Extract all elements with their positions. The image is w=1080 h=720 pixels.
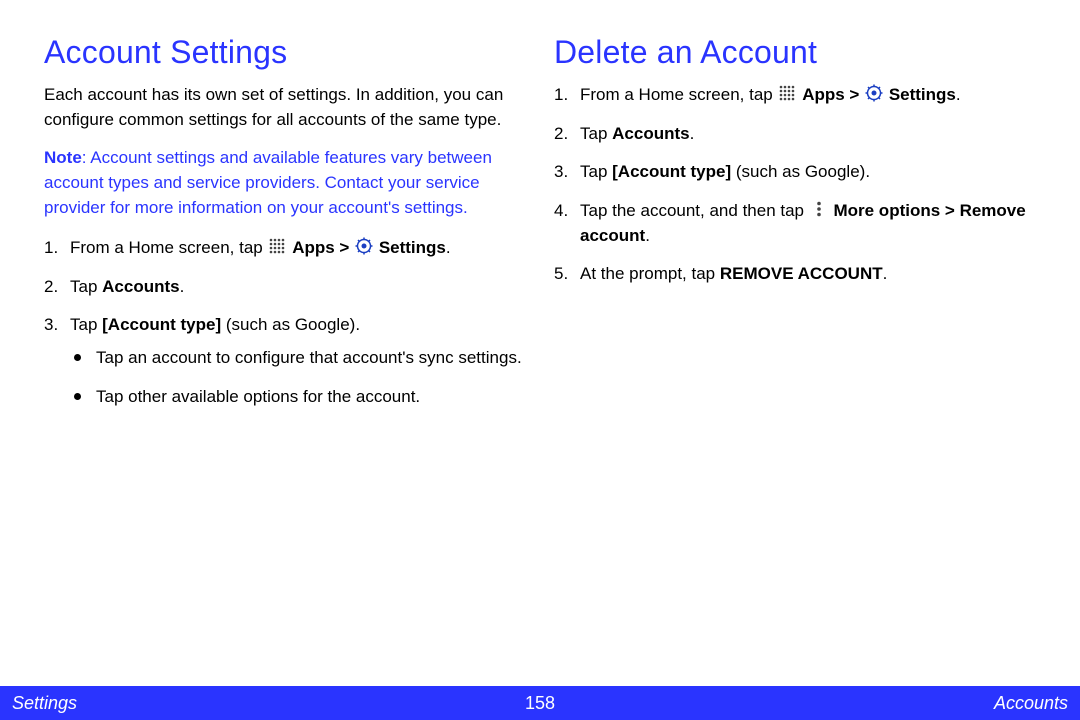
step-number: 5. [554, 262, 568, 287]
steps-list-right: 1. From a Home screen, tap Apps > Settin… [554, 83, 1040, 287]
step-text: Tap [580, 162, 612, 181]
remove-account-confirm-label: REMOVE ACCOUNT [720, 264, 883, 283]
content-columns: Account Settings Each account has its ow… [0, 0, 1080, 423]
right-column: Delete an Account 1. From a Home screen,… [554, 34, 1040, 423]
section-title-delete-account: Delete an Account [554, 34, 1040, 71]
step-post: . [956, 85, 961, 104]
settings-label: Settings [379, 238, 446, 257]
substep-2: Tap other available options for the acco… [70, 385, 530, 410]
substep-1: Tap an account to configure that account… [70, 346, 530, 371]
page: Account Settings Each account has its ow… [0, 0, 1080, 720]
settings-gear-icon [865, 84, 883, 102]
step-post: . [180, 277, 185, 296]
step-3-right: 3. Tap [Account type] (such as Google). [554, 160, 1040, 185]
step-1-left: 1. From a Home screen, tap Apps > Settin… [44, 236, 530, 261]
note-paragraph: Note: Account settings and available fea… [44, 146, 530, 220]
footer-page-number: 158 [525, 693, 555, 714]
step-4-right: 4. Tap the account, and then tap More op… [554, 199, 1040, 248]
step-post: . [645, 226, 650, 245]
step-number: 1. [554, 83, 568, 108]
account-type-label: [Account type] [612, 162, 731, 181]
step-post: (such as Google). [731, 162, 870, 181]
accounts-label: Accounts [612, 124, 689, 143]
settings-label: Settings [889, 85, 956, 104]
step-text: At the prompt, tap [580, 264, 720, 283]
intro-paragraph: Each account has its own set of settings… [44, 83, 530, 132]
note-text: : Account settings and available feature… [44, 148, 492, 216]
apps-label: Apps > [802, 85, 864, 104]
step-number: 2. [44, 275, 58, 300]
step-1-right: 1. From a Home screen, tap Apps > Settin… [554, 83, 1040, 108]
step-text: From a Home screen, tap [70, 238, 267, 257]
step-number: 3. [554, 160, 568, 185]
step-text: Tap [580, 124, 612, 143]
step-post: . [883, 264, 888, 283]
step-text: From a Home screen, tap [580, 85, 777, 104]
step-2-left: 2. Tap Accounts. [44, 275, 530, 300]
step-post: . [446, 238, 451, 257]
substeps-list: Tap an account to configure that account… [70, 346, 530, 409]
note-label: Note [44, 148, 82, 167]
settings-gear-icon [355, 237, 373, 255]
step-number: 4. [554, 199, 568, 224]
left-column: Account Settings Each account has its ow… [44, 34, 530, 423]
step-post: . [690, 124, 695, 143]
step-text: Tap [70, 277, 102, 296]
step-number: 3. [44, 313, 58, 338]
steps-list-left: 1. From a Home screen, tap Apps > Settin… [44, 236, 530, 409]
step-2-right: 2. Tap Accounts. [554, 122, 1040, 147]
step-5-right: 5. At the prompt, tap REMOVE ACCOUNT. [554, 262, 1040, 287]
more-options-label: More options > [833, 201, 959, 220]
step-number: 2. [554, 122, 568, 147]
page-footer: Settings 158 Accounts [0, 686, 1080, 720]
section-title-account-settings: Account Settings [44, 34, 530, 71]
apps-grid-icon [778, 84, 796, 102]
step-text: Tap the account, and then tap [580, 201, 809, 220]
account-type-label: [Account type] [102, 315, 221, 334]
step-3-left: 3. Tap [Account type] (such as Google). … [44, 313, 530, 409]
step-text: Tap [70, 315, 102, 334]
accounts-label: Accounts [102, 277, 179, 296]
apps-label: Apps > [292, 238, 354, 257]
more-options-icon [810, 200, 828, 218]
footer-right: Accounts [994, 693, 1068, 714]
apps-grid-icon [268, 237, 286, 255]
step-number: 1. [44, 236, 58, 261]
footer-left: Settings [12, 693, 77, 714]
step-post: (such as Google). [221, 315, 360, 334]
